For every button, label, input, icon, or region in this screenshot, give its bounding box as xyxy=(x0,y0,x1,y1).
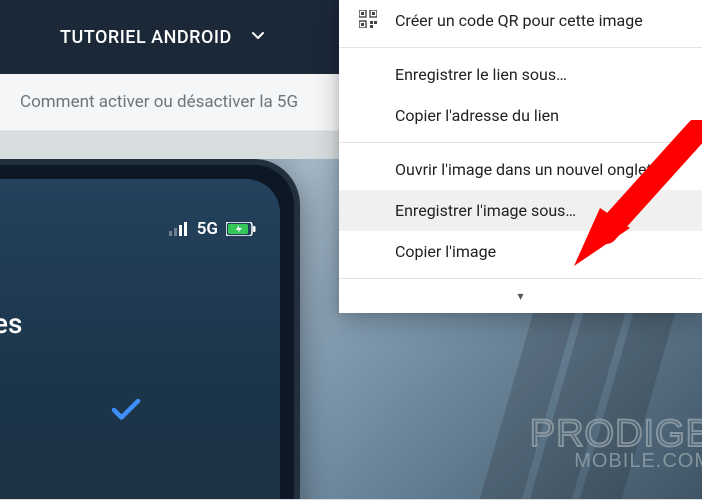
menu-item-create-qr[interactable]: Créer un code QR pour cette image xyxy=(339,0,702,41)
menu-item-save-link-as[interactable]: Enregistrer le lien sous… xyxy=(339,54,702,95)
menu-label: Ouvrir l'image dans un nouvel onglet xyxy=(395,160,652,179)
qr-code-icon xyxy=(359,10,377,32)
menu-separator xyxy=(339,278,702,279)
menu-item-copy-link-address[interactable]: Copier l'adresse du lien xyxy=(339,95,702,136)
menu-item-open-image-new-tab[interactable]: Ouvrir l'image dans un nouvel onglet xyxy=(339,149,702,190)
phone-mockup: 5G ées xyxy=(0,159,300,499)
menu-item-save-image-as[interactable]: Enregistrer l'image sous… xyxy=(339,190,702,231)
phone-screen: 5G ées xyxy=(0,179,280,499)
chevron-down-icon[interactable] xyxy=(250,27,266,47)
menu-item-copy-image[interactable]: Copier l'image xyxy=(339,231,702,272)
header-title[interactable]: TUTORIEL ANDROID xyxy=(60,27,232,48)
battery-charging-icon xyxy=(226,222,256,236)
network-label: 5G xyxy=(197,219,218,239)
menu-separator xyxy=(339,142,702,143)
phone-status-bar: 5G xyxy=(0,219,280,239)
menu-label: Copier l'adresse du lien xyxy=(395,106,559,125)
menu-label: Enregistrer le lien sous… xyxy=(395,65,567,84)
phone-text-fragment: ées xyxy=(0,307,280,340)
menu-label: Enregistrer l'image sous… xyxy=(395,201,576,220)
menu-separator xyxy=(339,47,702,48)
signal-icon xyxy=(169,222,189,236)
menu-label: Copier l'image xyxy=(395,242,496,261)
checkmark-icon xyxy=(108,392,280,432)
menu-label: Créer un code QR pour cette image xyxy=(395,11,643,30)
breadcrumb-text: Comment activer ou désactiver la 5G xyxy=(20,92,298,112)
watermark: PRODIGE MOBILE.COM xyxy=(530,413,702,473)
menu-more-icon[interactable]: ▾ xyxy=(339,285,702,313)
context-menu: Créer un code QR pour cette image Enregi… xyxy=(339,0,702,313)
